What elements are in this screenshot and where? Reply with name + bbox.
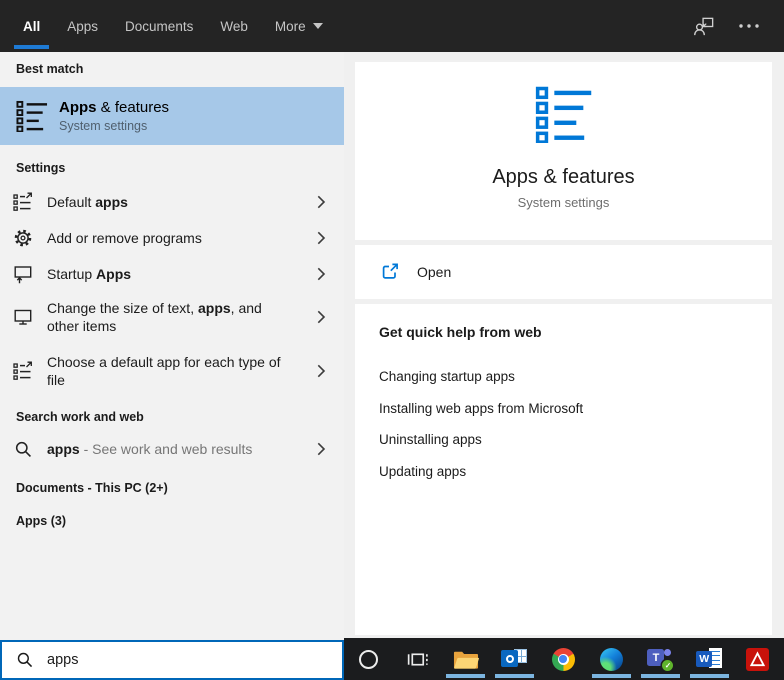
search-filter-bar: All Apps Documents Web More [0,0,784,52]
signin-icon [693,15,716,38]
teams-button[interactable]: T ✓ [636,638,685,680]
settings-section-header: Settings [0,160,344,176]
help-link-installing-web-apps[interactable]: Installing web apps from Microsoft [379,393,748,425]
help-link-uninstalling-apps[interactable]: Uninstalling apps [379,424,748,456]
best-match-result[interactable]: Apps & features System settings [0,87,344,145]
edge-icon [600,648,623,671]
chevron-right-icon [317,195,332,209]
file-explorer-icon [453,649,479,670]
startup-icon [13,264,33,284]
chrome-icon [552,648,575,671]
settings-item-choose-default-app[interactable]: Choose a default app for each type of fi… [0,346,344,396]
chevron-right-icon [317,442,332,456]
tab-web[interactable]: Web [211,0,257,52]
chevron-right-icon [317,364,332,378]
best-match-subtitle: System settings [59,119,169,133]
search-icon [16,651,34,669]
preview-panel: Apps & features System settings Open Get… [344,52,784,638]
open-icon [380,262,400,282]
search-icon [13,439,33,459]
quick-help-card: Get quick help from web Changing startup… [355,304,772,635]
documents-section-header[interactable]: Documents - This PC (2+) [0,480,344,496]
outlook-button[interactable] [490,638,539,680]
gear-icon [13,228,33,248]
chrome-button[interactable] [539,638,588,680]
taskbar: T ✓ W [344,638,784,680]
help-link-updating-apps[interactable]: Updating apps [379,456,748,488]
open-label: Open [417,264,451,280]
search-web-result[interactable]: apps - See work and web results [0,431,344,467]
tab-apps[interactable]: Apps [58,0,107,52]
word-icon: W [696,647,722,671]
file-explorer-button[interactable] [441,638,490,680]
default-apps-icon [13,361,33,381]
chevron-right-icon [317,231,332,245]
preview-hero-card: Apps & features System settings [355,62,772,240]
teams-icon: T ✓ [647,647,673,671]
acrobat-button[interactable] [734,638,783,680]
search-web-section-header: Search work and web [0,409,344,425]
apps-section-header[interactable]: Apps (3) [0,513,344,529]
chevron-right-icon [317,310,332,324]
best-match-title: Apps & features [59,99,169,116]
display-icon [13,307,33,327]
settings-item-change-size[interactable]: Change the size of text, apps, and other… [0,292,344,342]
best-match-header: Best match [0,61,344,77]
preview-subtitle: System settings [518,195,610,210]
search-input[interactable] [47,652,328,668]
search-filter-tabs: All Apps Documents Web More [0,0,341,52]
quick-help-header: Get quick help from web [379,324,748,340]
windows-search-flyout: All Apps Documents Web More Best match A… [0,0,784,680]
task-view-button[interactable] [393,638,442,680]
chevron-down-icon [313,23,323,29]
outlook-icon [501,647,527,671]
tab-all[interactable]: All [14,0,49,52]
cortana-button[interactable] [344,638,393,680]
more-options-button[interactable] [738,23,760,29]
signin-options-button[interactable] [693,15,716,38]
open-action[interactable]: Open [355,245,772,299]
cortana-icon [359,650,378,669]
help-link-changing-startup-apps[interactable]: Changing startup apps [379,361,748,393]
search-results-panel: Best match Apps & features System settin… [0,52,344,680]
more-options-icon [738,23,760,29]
tab-documents[interactable]: Documents [116,0,202,52]
task-view-icon [405,647,430,672]
preview-title: Apps & features [492,166,634,189]
edge-button[interactable] [587,638,636,680]
word-button[interactable]: W [685,638,734,680]
acrobat-icon [746,648,769,671]
tab-more[interactable]: More [266,0,332,52]
apps-features-icon [16,100,48,132]
search-box[interactable] [0,640,344,680]
default-apps-icon [13,192,33,212]
chevron-right-icon [317,267,332,281]
settings-item-add-remove-programs[interactable]: Add or remove programs [0,220,344,256]
settings-item-default-apps[interactable]: Default apps [0,184,344,220]
settings-item-startup-apps[interactable]: Startup Apps [0,256,344,292]
apps-features-icon [535,85,593,143]
